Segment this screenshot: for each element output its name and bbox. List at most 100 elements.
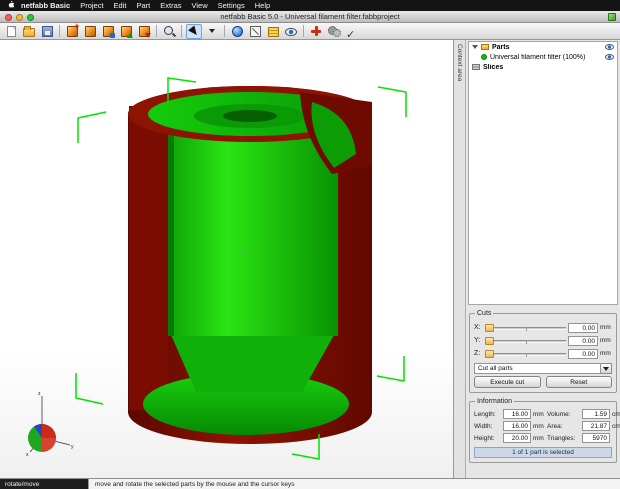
menu-item-help[interactable]: Help — [250, 0, 275, 11]
cut-mode-dropdown-button[interactable] — [601, 363, 612, 374]
part-universal-filament-filter[interactable] — [128, 86, 372, 444]
axis-x-label: X: — [474, 324, 481, 331]
repair-part-button[interactable] — [308, 24, 324, 39]
chevron-down-icon — [603, 366, 609, 371]
cut-mode-row: Cut all parts — [474, 363, 612, 374]
length-label: Length: — [474, 410, 496, 418]
apply-icon — [346, 25, 358, 37]
status-bar: rotate/move move and rotate the selected… — [0, 478, 620, 489]
cut-mode-select[interactable]: Cut all parts — [474, 363, 601, 374]
duplicate-part-button[interactable] — [82, 24, 98, 39]
automatic-repair-button[interactable] — [326, 24, 342, 39]
slices-stack-icon — [472, 64, 480, 70]
context-panel: Parts Universal filament filter (100%) S… — [466, 40, 620, 478]
mode-indicator: rotate/move — [0, 479, 88, 489]
menu-item-project[interactable]: Project — [75, 0, 108, 11]
height-unit: mm — [533, 434, 544, 442]
context-area-tab[interactable]: Context area — [454, 40, 466, 478]
context-area-label: Context area — [456, 44, 463, 82]
cuts-panel: Cuts X: 0.00 mm Y: 0.00 mm Z: 0.00 mm Cu… — [469, 310, 617, 393]
cut-x-value-field[interactable]: 0.00 — [568, 322, 598, 333]
cut-z-value-field[interactable]: 0.00 — [568, 348, 598, 359]
cut-x-slider[interactable] — [485, 323, 566, 333]
default-view-icon — [231, 25, 243, 37]
move-part-icon — [102, 25, 115, 38]
cut-x-row: X: 0.00 mm — [474, 321, 612, 334]
tree-group-parts[interactable]: Parts — [469, 42, 617, 52]
toolbar-separator — [181, 25, 182, 37]
new-project-icon — [6, 25, 16, 37]
cut-z-slider-handle[interactable] — [485, 349, 494, 358]
parts-tree[interactable]: Parts Universal filament filter (100%) S… — [468, 41, 618, 305]
slider-groove — [485, 326, 566, 331]
netfabb-window: netfabb Basic Project Edit Part Extras V… — [0, 0, 620, 489]
menu-item-view[interactable]: View — [187, 0, 213, 11]
execute-cut-button[interactable]: Execute cut — [474, 376, 541, 388]
information-panel: Information Length: 16.00 mm Volume: 1.5… — [469, 398, 620, 463]
reset-button[interactable]: Reset — [545, 376, 612, 388]
slider-groove — [485, 339, 566, 344]
unit-label: mm — [600, 324, 611, 331]
new-project-button[interactable] — [3, 24, 19, 39]
toolbar-separator — [303, 25, 304, 37]
toolbar-separator — [59, 25, 60, 37]
slider-groove — [485, 352, 566, 357]
zoom-window-button[interactable] — [27, 13, 34, 21]
tree-group-slices[interactable]: Slices — [469, 62, 617, 72]
slice-view-button[interactable] — [265, 24, 281, 39]
length-value: 16.00 — [503, 409, 531, 419]
wireframe-view-button[interactable] — [247, 24, 263, 39]
default-view-button[interactable] — [229, 24, 245, 39]
unit-label: mm — [600, 337, 611, 344]
apple-menu-icon[interactable] — [5, 1, 16, 10]
cuts-title: Cuts — [475, 310, 494, 318]
title-bar[interactable]: netfabb Basic 5.0 - Universal filament f… — [0, 11, 620, 23]
cut-y-slider[interactable] — [485, 336, 566, 346]
apply-button[interactable] — [344, 24, 360, 39]
window-title: netfabb Basic 5.0 - Universal filament f… — [220, 11, 400, 21]
viewport-canvas[interactable]: z y x — [0, 40, 454, 478]
volume-unit: cm³ — [612, 410, 620, 418]
move-part-button[interactable] — [100, 24, 116, 39]
area-label: Area: — [547, 422, 563, 430]
menu-item-edit[interactable]: Edit — [109, 0, 132, 11]
scale-part-button[interactable] — [136, 24, 152, 39]
automatic-repair-icon — [327, 25, 341, 37]
tool-menu-button[interactable] — [204, 24, 220, 39]
visibility-eye-icon[interactable] — [605, 44, 614, 50]
menu-item-netfabb-basic[interactable]: netfabb Basic — [16, 0, 75, 11]
visibility-button[interactable] — [283, 24, 299, 39]
open-project-button[interactable] — [21, 24, 37, 39]
close-window-button[interactable] — [5, 13, 12, 21]
cut-y-slider-handle[interactable] — [485, 336, 494, 345]
rotate-part-button[interactable] — [118, 24, 134, 39]
select-tool-button[interactable] — [186, 23, 202, 39]
cut-x-slider-handle[interactable] — [485, 323, 494, 332]
3d-viewport[interactable]: z y x — [0, 40, 454, 478]
tree-item-part[interactable]: Universal filament filter (100%) — [469, 52, 617, 62]
svg-text:y: y — [71, 444, 74, 450]
menu-item-part[interactable]: Part — [131, 0, 155, 11]
visibility-eye-icon[interactable] — [605, 54, 614, 60]
length-unit: mm — [533, 410, 544, 418]
menu-item-settings[interactable]: Settings — [213, 0, 250, 11]
cut-z-slider[interactable] — [485, 349, 566, 359]
save-project-button[interactable] — [39, 24, 55, 39]
volume-value: 1.59 — [582, 409, 610, 419]
tree-group-label: Parts — [492, 43, 510, 51]
menu-item-extras[interactable]: Extras — [155, 0, 186, 11]
cut-y-value-field[interactable]: 0.00 — [568, 335, 598, 346]
add-part-button[interactable] — [64, 21, 80, 39]
svg-text:x: x — [26, 452, 29, 458]
height-label: Height: — [474, 434, 495, 442]
repair-part-icon — [310, 25, 322, 37]
tree-group-label: Slices — [483, 63, 504, 71]
toolbar-separator — [156, 25, 157, 37]
minimize-window-button[interactable] — [16, 13, 23, 21]
axis-y-label: Y: — [474, 337, 481, 344]
cut-buttons-row: Execute cut Reset — [474, 376, 612, 388]
main-toolbar — [0, 21, 620, 40]
zoom-button[interactable] — [161, 24, 177, 39]
disclosure-icon[interactable] — [472, 45, 478, 49]
parts-folder-icon — [481, 44, 489, 50]
